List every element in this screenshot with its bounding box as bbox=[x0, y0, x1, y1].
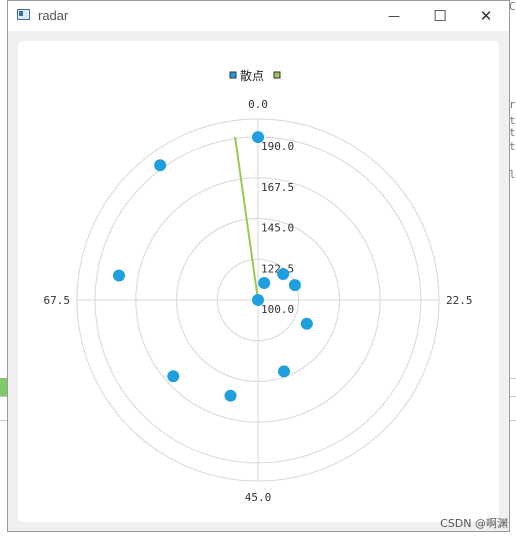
app-window-icon bbox=[17, 9, 30, 20]
close-icon: ✕ bbox=[479, 7, 493, 25]
radial-tick-label: 100.0 bbox=[261, 303, 294, 316]
scatter-point bbox=[154, 159, 167, 172]
legend: 散点 bbox=[229, 68, 281, 83]
chart-view: 0.0 22.5 45.0 67.5 100.0 122.5 145.0 167.5 190.0… bbox=[18, 41, 499, 522]
angular-tick-label: 67.5 bbox=[44, 294, 71, 307]
close-button[interactable]: ✕ bbox=[463, 1, 509, 31]
title-bar[interactable]: radar — ☐ ✕ bbox=[8, 1, 509, 31]
scatter-point bbox=[278, 365, 291, 378]
legend-label: 散点 bbox=[240, 68, 264, 83]
background-accent bbox=[0, 378, 7, 396]
scatter-point bbox=[252, 294, 264, 306]
angular-tick-label: 22.5 bbox=[446, 294, 473, 307]
scatter-point bbox=[252, 131, 264, 144]
watermark-text: CSDN @啊渊 bbox=[440, 517, 508, 530]
legend-marker bbox=[229, 71, 237, 79]
angular-tick-label: 0.0 bbox=[248, 98, 268, 111]
radial-tick-label: 167.5 bbox=[261, 181, 294, 194]
scatter-point bbox=[300, 317, 313, 330]
minimize-icon: — bbox=[388, 9, 400, 23]
scatter-point bbox=[288, 279, 301, 292]
maximize-button[interactable]: ☐ bbox=[417, 1, 463, 31]
radial-tick-label: 190.0 bbox=[261, 140, 294, 153]
scatter-point bbox=[277, 267, 290, 280]
scatter-point bbox=[224, 389, 237, 402]
app-window: radar — ☐ ✕ 0.0 22.5 45.0 67.5 100.0 122.5 145… bbox=[7, 0, 510, 532]
window-title: radar bbox=[38, 8, 69, 23]
scatter-point bbox=[258, 276, 271, 289]
polar-chart: 0.022.545.067.5100.0122.5145.0167.5190.0… bbox=[44, 68, 473, 504]
angular-tick-label: 45.0 bbox=[245, 491, 272, 504]
scatter-point bbox=[167, 370, 180, 383]
legend-marker bbox=[273, 71, 281, 79]
maximize-icon: ☐ bbox=[433, 7, 447, 25]
radial-tick-label: 145.0 bbox=[261, 222, 294, 235]
minimize-button[interactable]: — bbox=[371, 1, 417, 31]
scatter-point bbox=[112, 269, 125, 282]
